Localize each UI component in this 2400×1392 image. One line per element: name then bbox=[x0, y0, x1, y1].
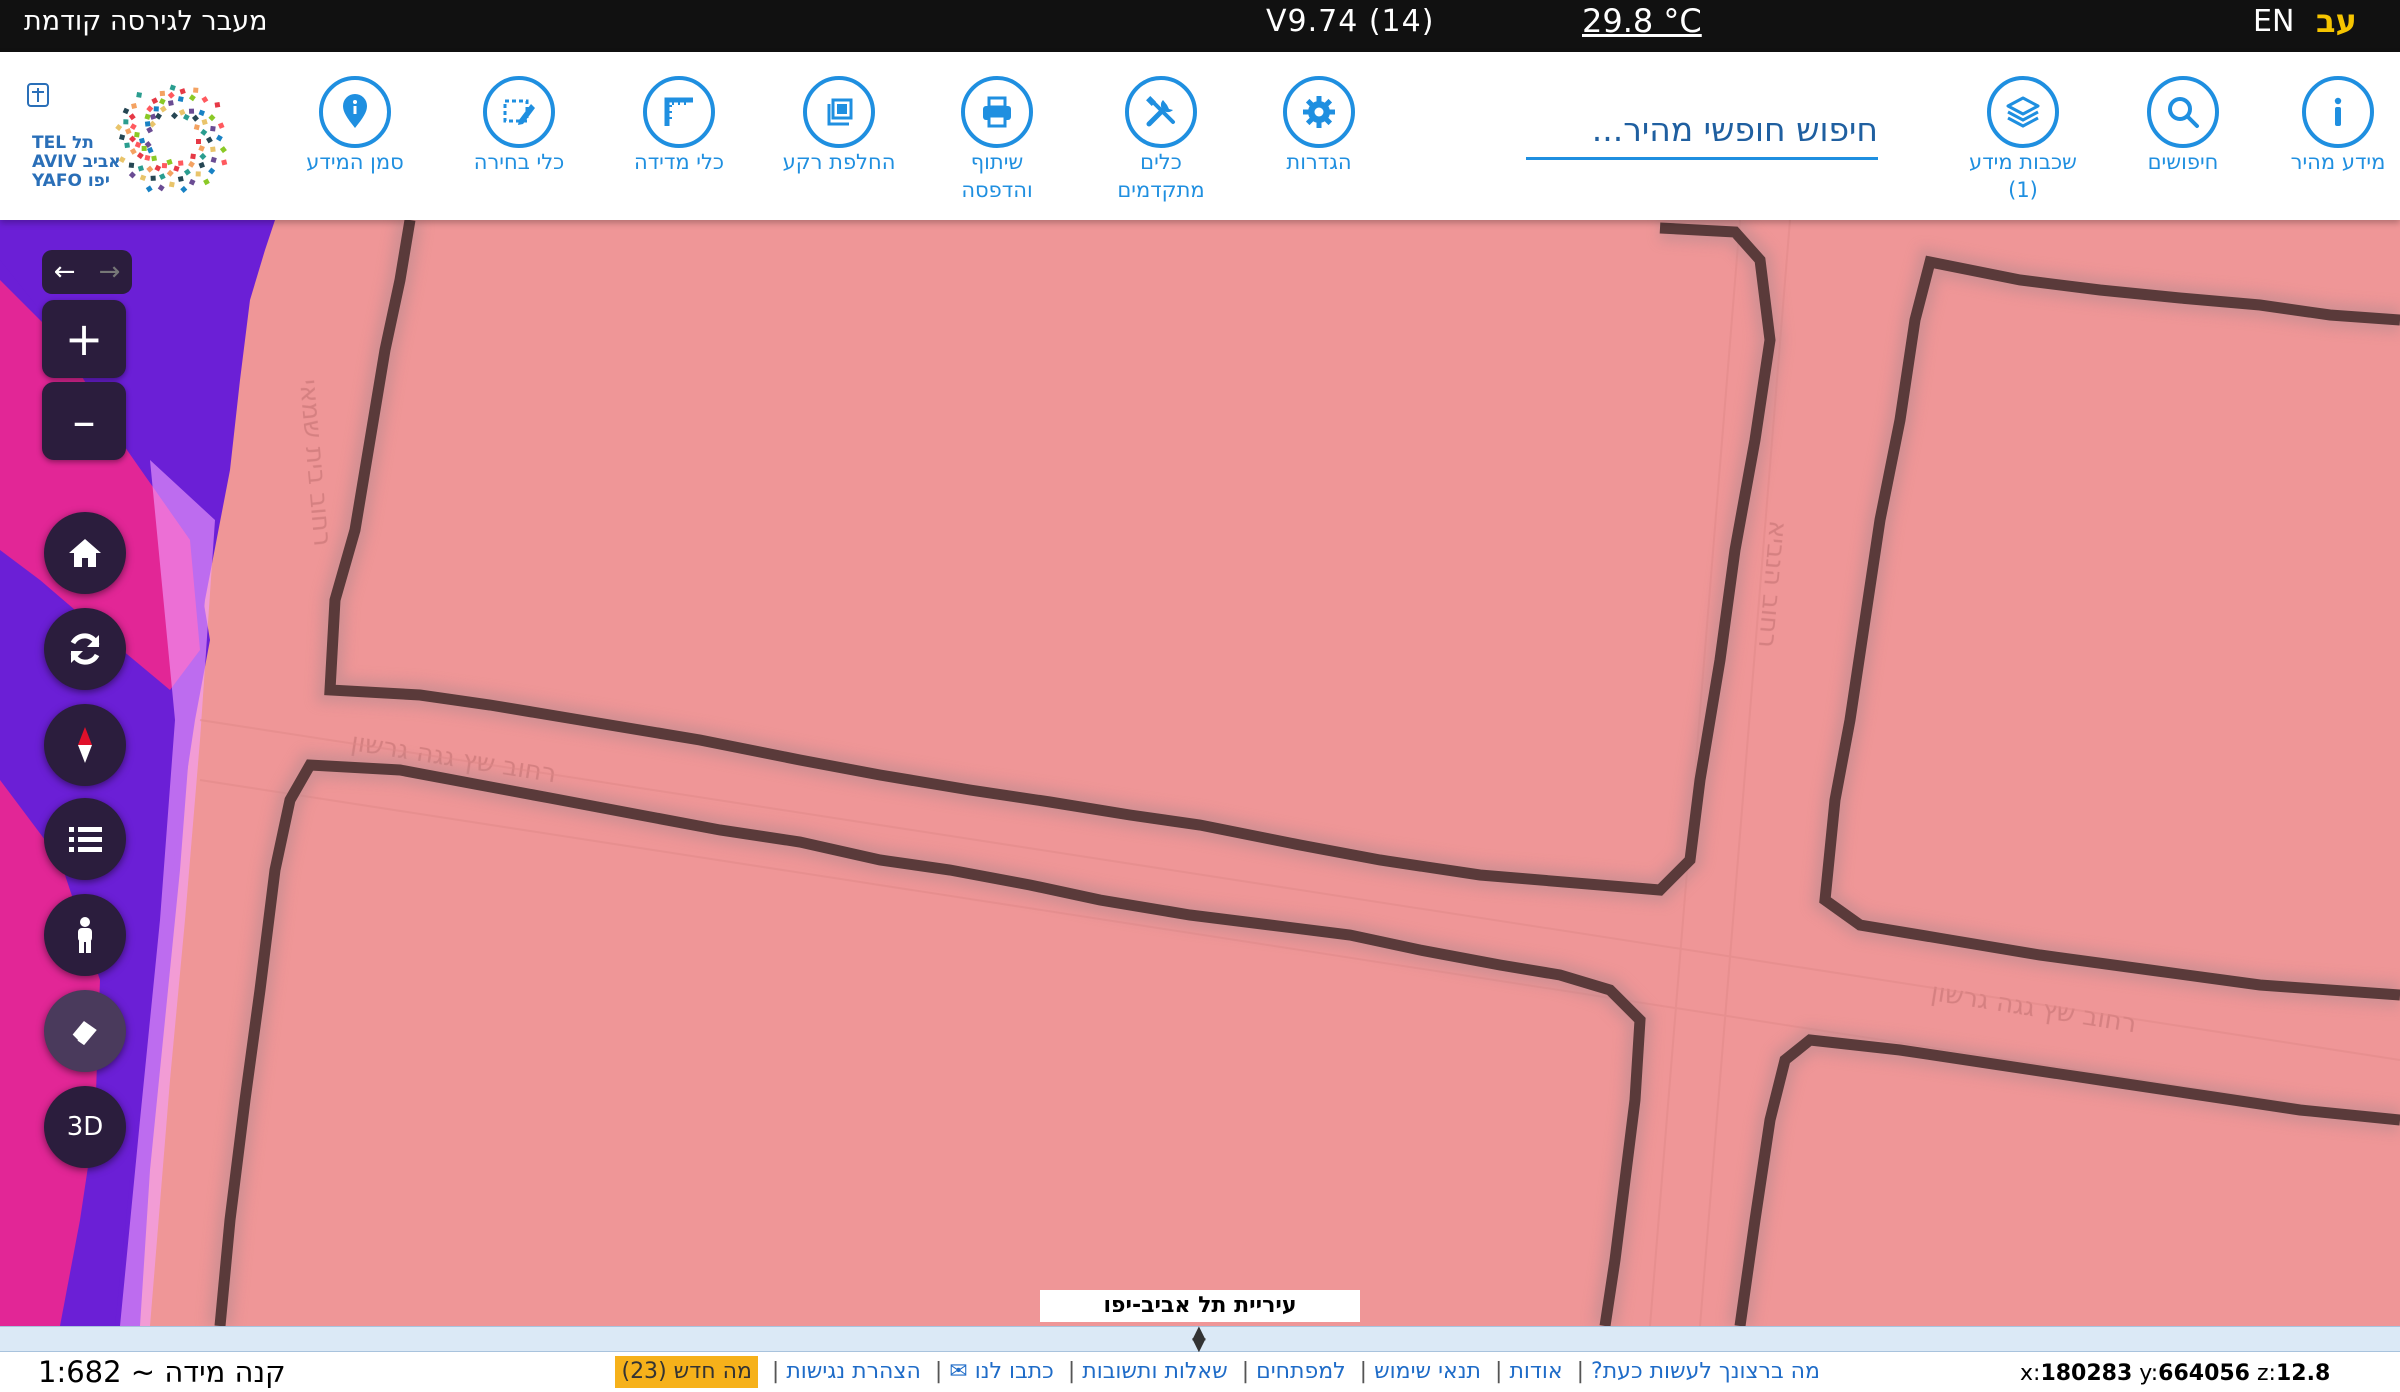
tool-sublabel: והדפסה bbox=[961, 178, 1033, 202]
refresh-button[interactable] bbox=[44, 608, 126, 690]
resize-handle-icon[interactable]: ▲ ▼ bbox=[1192, 1324, 1206, 1354]
tool-selection[interactable]: כלי בחירה bbox=[444, 76, 594, 176]
legend-list-button[interactable] bbox=[44, 798, 126, 880]
language-hebrew-link[interactable]: עב bbox=[2316, 2, 2357, 40]
tool-label: שיתוף bbox=[970, 150, 1024, 174]
3d-view-button[interactable]: 3D bbox=[44, 1086, 126, 1168]
link-accessibility[interactable]: הצהרת נגישות bbox=[786, 1359, 921, 1384]
tool-settings[interactable]: הגדרות bbox=[1244, 76, 1394, 176]
link-contact[interactable]: כתבו לנו ✉ bbox=[949, 1359, 1054, 1384]
previous-version-link[interactable]: מעבר לגירסה קודמת bbox=[24, 6, 268, 37]
tool-label: החלפת רקע bbox=[782, 150, 896, 174]
panel-resize-bar[interactable]: ▲ ▼ bbox=[0, 1324, 2400, 1354]
city-logo[interactable]: TEL תל AVIV אביב YAFO יפו bbox=[20, 74, 250, 204]
map-canvas[interactable]: רחוב שץ גגה גרשון רחוב שץ גגה גרשון רחוב… bbox=[0, 220, 2400, 1326]
logo-line-2: AVIV אביב bbox=[32, 152, 121, 172]
gear-icon bbox=[1283, 76, 1355, 148]
tool-advanced-tools[interactable]: כלים מתקדמים bbox=[1086, 76, 1236, 204]
coord-y-label: y: bbox=[2139, 1361, 2159, 1386]
coord-y-value: 664056 bbox=[2158, 1361, 2250, 1386]
logo-line-3: YAFO יפו bbox=[32, 171, 110, 191]
tool-sublabel: מתקדמים bbox=[1117, 178, 1205, 202]
arrow-left-icon[interactable]: ← bbox=[42, 250, 87, 294]
svg-text:רחוב הנביא: רחוב הנביא bbox=[1752, 519, 1793, 649]
link-terms[interactable]: תנאי שימוש bbox=[1374, 1359, 1481, 1384]
whats-new-badge[interactable]: מה חדש (23) bbox=[615, 1356, 758, 1388]
version-label: V9.74 (14) bbox=[1266, 4, 1435, 39]
eraser-icon bbox=[69, 1021, 97, 1046]
tools-icon bbox=[1125, 76, 1197, 148]
main-toolbar: TEL תל AVIV אביב YAFO יפו מידע מהיר חיפו… bbox=[0, 52, 2400, 220]
footer-links: מה ברצונך לעשות כעת?| אודות| תנאי שימוש|… bbox=[580, 1352, 1820, 1392]
search-icon bbox=[2147, 76, 2219, 148]
city-label: עיריית תל אביב-יפו bbox=[1040, 1290, 1360, 1322]
tool-searches[interactable]: חיפושים bbox=[2108, 76, 2258, 176]
svg-text:רחוב שץ גגה גרשון: רחוב שץ גגה גרשון bbox=[1929, 977, 2139, 1039]
info-icon bbox=[2302, 76, 2374, 148]
compass-button[interactable] bbox=[44, 704, 126, 786]
logo-wordmark: TEL תל AVIV אביב YAFO יפו bbox=[32, 134, 121, 191]
compass-icon bbox=[78, 727, 92, 763]
basemap-icon bbox=[803, 76, 875, 148]
quick-search-input[interactable] bbox=[1526, 102, 1878, 160]
home-icon bbox=[69, 539, 101, 567]
language-english-link[interactable]: EN bbox=[2253, 4, 2294, 39]
list-icon bbox=[69, 827, 102, 852]
tool-basemap[interactable]: החלפת רקע bbox=[764, 76, 914, 176]
tool-info-marker[interactable]: סמן המידע bbox=[280, 76, 430, 176]
coord-x-label: x: bbox=[2020, 1361, 2041, 1386]
tool-quick-info[interactable]: מידע מהיר bbox=[2263, 76, 2400, 176]
person-icon bbox=[78, 917, 92, 953]
arrow-right-icon[interactable]: → bbox=[87, 250, 132, 294]
weather-temperature[interactable]: 29.8 °C bbox=[1582, 2, 1702, 40]
tool-label: מידע מהיר bbox=[2290, 150, 2386, 174]
map-pin-icon bbox=[319, 76, 391, 148]
svg-text:רחוב בית שמאי: רחוב בית שמאי bbox=[293, 378, 337, 547]
coord-x-value: 180283 bbox=[2040, 1361, 2133, 1386]
home-button[interactable] bbox=[44, 512, 126, 594]
map-layer: רחוב שץ גגה גרשון רחוב שץ גגה גרשון רחוב… bbox=[0, 220, 2400, 1326]
street-view-button[interactable] bbox=[44, 894, 126, 976]
tool-measure[interactable]: כלי מדידה bbox=[604, 76, 754, 176]
link-faq[interactable]: שאלות ותשובות bbox=[1082, 1359, 1227, 1384]
top-bar: מעבר לגירסה קודמת V9.74 (14) 29.8 °C EN … bbox=[0, 0, 2400, 52]
zoom-in-button[interactable]: + bbox=[42, 300, 126, 378]
tool-label: הגדרות bbox=[1286, 150, 1352, 174]
tool-label: שכבות מידע bbox=[1969, 150, 2077, 174]
layers-icon bbox=[1987, 76, 2059, 148]
coord-z-value: 12.8 bbox=[2275, 1361, 2331, 1386]
tool-sublabel: (1) bbox=[2008, 178, 2038, 202]
ruler-icon bbox=[643, 76, 715, 148]
tool-label: סמן המידע bbox=[306, 150, 404, 174]
tool-label: כלי בחירה bbox=[473, 150, 565, 174]
link-what-to-do[interactable]: מה ברצונך לעשות כעת? bbox=[1591, 1359, 1820, 1384]
coordinates-readout: x:180283 y:664056 z:12.8 bbox=[2020, 1352, 2330, 1392]
map-history-nav: ← → bbox=[42, 250, 132, 294]
link-developers[interactable]: למפתחים bbox=[1256, 1359, 1346, 1384]
selection-icon bbox=[483, 76, 555, 148]
link-about[interactable]: אודות bbox=[1509, 1359, 1562, 1384]
refresh-icon bbox=[70, 633, 100, 665]
3d-label: 3D bbox=[66, 1112, 104, 1142]
zoom-out-button[interactable]: – bbox=[42, 382, 126, 460]
tool-label: חיפושים bbox=[2147, 150, 2219, 174]
status-bar: קנה מידה ~ 1:682 מה ברצונך לעשות כעת?| א… bbox=[0, 1352, 2400, 1392]
coord-z-label: z: bbox=[2257, 1361, 2276, 1386]
printer-icon bbox=[961, 76, 1033, 148]
tool-label: כלי מדידה bbox=[633, 150, 725, 174]
tool-label: כלים bbox=[1140, 150, 1182, 174]
eraser-button[interactable] bbox=[44, 990, 126, 1072]
tool-info-layers[interactable]: שכבות מידע (1) bbox=[1948, 76, 2098, 204]
logo-line-1: TEL תל bbox=[32, 133, 94, 153]
map-scale: קנה מידה ~ 1:682 bbox=[38, 1355, 286, 1389]
tool-share-print[interactable]: שיתוף והדפסה bbox=[922, 76, 1072, 204]
